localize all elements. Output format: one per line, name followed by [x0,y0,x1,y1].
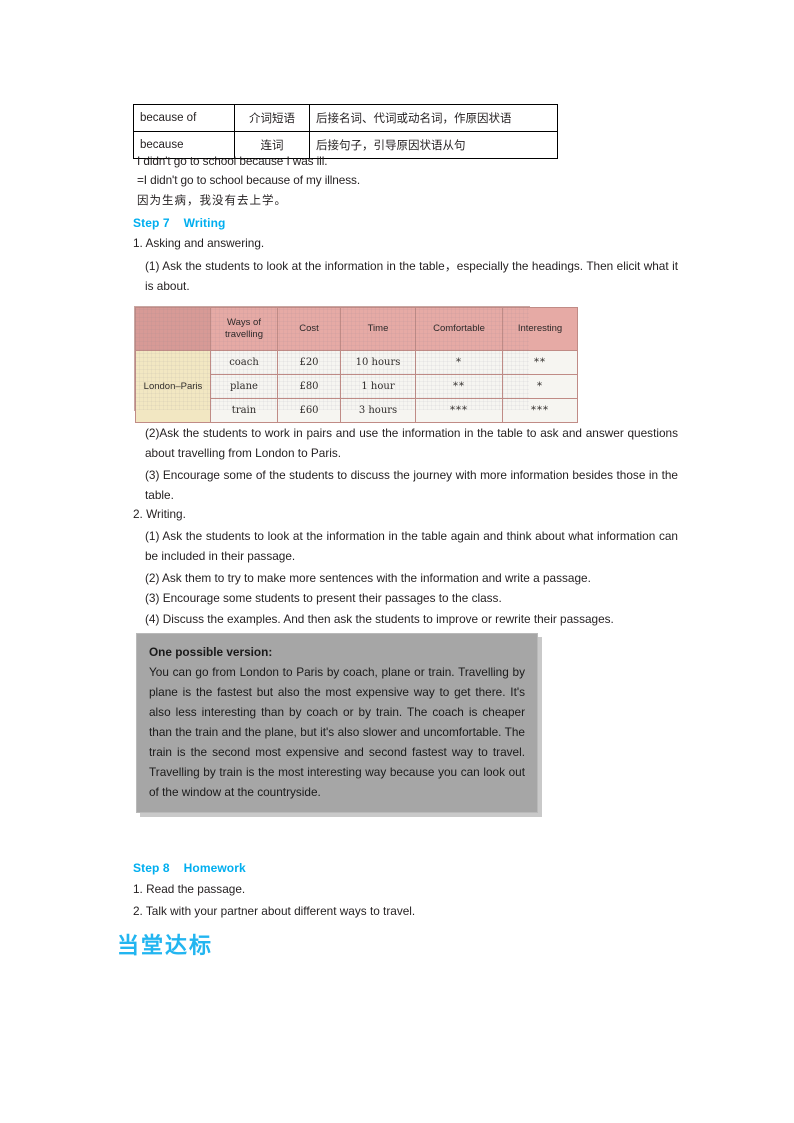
column-header-time: Time [340,307,416,351]
section-heading-chinese: 当堂达标 [117,934,214,959]
cell-interesting-rating: ** [502,350,578,375]
cell-cost: £20 [277,350,341,375]
cell-interesting-rating: * [502,374,578,399]
cell-comfortable-rating: * [415,350,503,375]
step-8-label: Step 8 [133,861,170,875]
column-header-ways-of-travelling: Ways of travelling [210,307,278,351]
table-row: London–Paris coach £20 10 hours * ** [135,350,578,423]
example-line-translation: 因为生病，我没有去上学。 [137,193,287,207]
cell-comfortable-rating: ** [415,374,503,399]
writing-heading: 2. Writing. [133,507,186,521]
cell-way: plane [210,374,278,399]
example-line-2: =I didn't go to school because of my ill… [137,173,361,187]
header-line-2: travelling [224,329,264,340]
step7-item-2-4: (4) Discuss the examples. And then ask t… [145,612,614,626]
example-line-1: I didn't go to school because I was ill. [137,154,328,168]
grammar-definition: 后接名词、代词或动名词，作原因状语 [309,104,558,132]
column-header-cost: Cost [277,307,341,351]
table-header-row: Ways of travelling Cost Time Comfortable… [135,307,578,351]
cell-cost: £80 [277,374,341,399]
homework-item-1: 1. Read the passage. [133,882,246,896]
step7-item-1-3: (3) Encourage some of the students to di… [145,468,678,502]
cell-way: coach [210,350,278,375]
step-7-title: Writing [183,216,226,230]
step-8-heading: Step 8 Homework [133,861,246,875]
step7-item-1-1: (1) Ask the students to look at the info… [145,259,678,293]
asking-and-answering-heading: 1. Asking and answering. [133,236,265,250]
homework-item-2: 2. Talk with your partner about differen… [133,904,416,918]
cell-cost: £60 [277,398,341,423]
step-7-label: Step 7 [133,216,170,230]
example-sentences: I didn't go to school because I was ill.… [137,152,677,210]
travel-table-corner [135,307,211,351]
column-header-interesting: Interesting [502,307,578,351]
cell-comfortable-rating: *** [415,398,503,423]
grammar-part-of-speech: 介词短语 [234,104,310,132]
step-8-title: Homework [183,861,246,875]
cell-time: 10 hours [340,350,416,375]
grammar-term: because of [133,104,235,132]
grammar-comparison-table: because of 介词短语 后接名词、代词或动名词，作原因状语 becaus… [133,104,558,159]
table-row: because of 介词短语 后接名词、代词或动名词，作原因状语 [133,104,558,132]
step7-item-2-1: (1) Ask the students to look at the info… [145,529,678,563]
step7-item-2-3: (3) Encourage some students to present t… [145,591,502,605]
sample-answer-title: One possible version: [149,645,273,659]
step7-item-1-2: (2)Ask the students to work in pairs and… [145,426,678,460]
sample-answer-body: You can go from London to Paris by coach… [149,665,525,799]
cell-time: 1 hour [340,374,416,399]
step7-item-2-2: (2) Ask them to try to make more sentenc… [145,571,591,585]
cell-time: 3 hours [340,398,416,423]
row-label-london-paris: London–Paris [135,350,211,423]
header-line-1: Ways of [227,317,261,328]
cell-way: train [210,398,278,423]
sample-answer-box: One possible version: You can go from Lo… [136,633,538,813]
cell-interesting-rating: *** [502,398,578,423]
step-7-heading: Step 7 Writing [133,216,225,230]
travel-information-table: Ways of travelling Cost Time Comfortable… [134,306,578,423]
document-page: because of 介词短语 后接名词、代词或动名词，作原因状语 becaus… [0,0,794,1123]
column-header-comfortable: Comfortable [415,307,503,351]
